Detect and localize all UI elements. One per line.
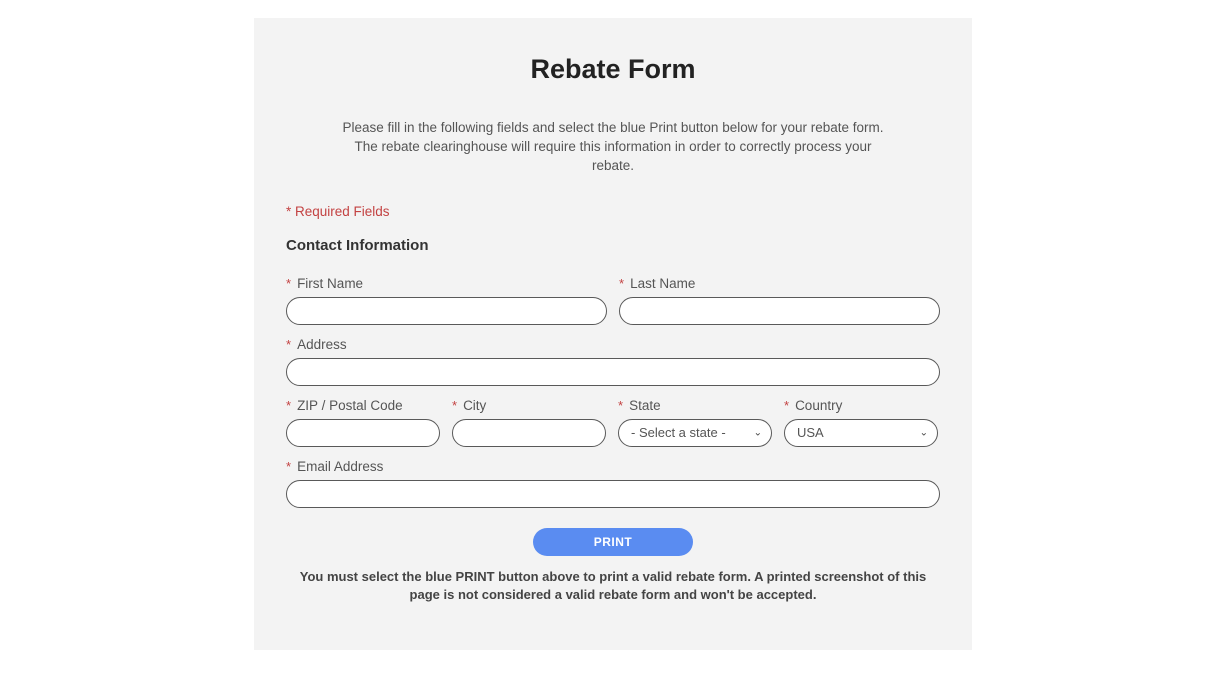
zip-field: * ZIP / Postal Code [286,398,440,447]
required-star-icon: * [286,277,291,290]
first-name-label: First Name [297,276,363,291]
disclaimer-text: You must select the blue PRINT button ab… [293,568,933,604]
first-name-field: * First Name [286,276,607,325]
section-heading: Contact Information [286,237,940,254]
required-star-icon: * [784,399,789,412]
state-select[interactable]: - Select a state - [618,419,772,447]
intro-text: Please fill in the following fields and … [333,119,893,176]
required-star-icon: * [286,460,291,473]
state-field: * State - Select a state - ⌄ [618,398,772,447]
required-star-icon: * [618,399,623,412]
email-input[interactable] [286,480,940,508]
required-star-icon: * [619,277,624,290]
last-name-label: Last Name [630,276,695,291]
city-label: City [463,398,486,413]
email-field: * Email Address [286,459,940,508]
address-input[interactable] [286,358,940,386]
country-field: * Country USA ⌄ [784,398,938,447]
page-title: Rebate Form [286,54,940,85]
zip-label: ZIP / Postal Code [297,398,403,413]
last-name-field: * Last Name [619,276,940,325]
required-fields-note: * Required Fields [286,204,940,219]
state-label: State [629,398,661,413]
address-field: * Address [286,337,940,386]
required-star-icon: * [452,399,457,412]
last-name-input[interactable] [619,297,940,325]
print-button[interactable]: PRINT [533,528,693,556]
email-label: Email Address [297,459,383,474]
country-label: Country [795,398,842,413]
required-star-icon: * [286,399,291,412]
country-select[interactable]: USA [784,419,938,447]
address-label: Address [297,337,347,352]
rebate-form-panel: Rebate Form Please fill in the following… [254,18,972,650]
first-name-input[interactable] [286,297,607,325]
required-star-icon: * [286,338,291,351]
city-field: * City [452,398,606,447]
city-input[interactable] [452,419,606,447]
zip-input[interactable] [286,419,440,447]
